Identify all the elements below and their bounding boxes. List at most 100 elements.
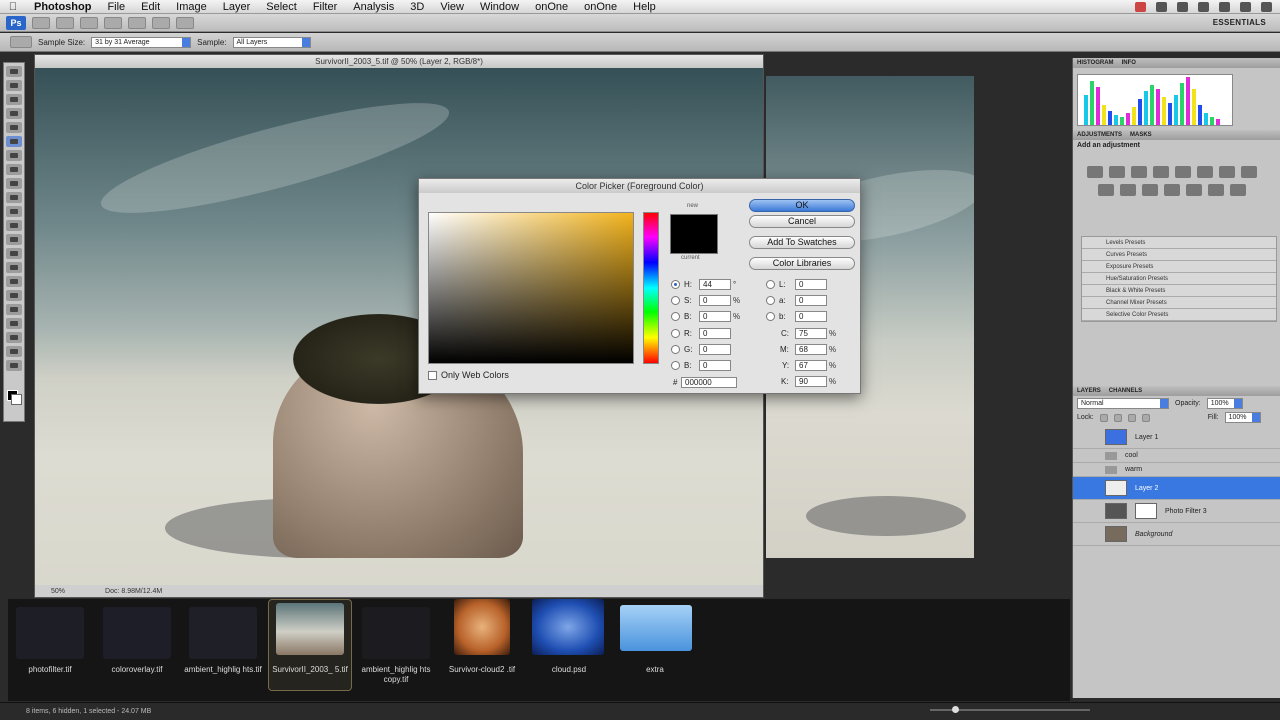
sample-size-select[interactable]: 31 by 31 Average: [91, 36, 192, 48]
workspace-switcher[interactable]: ESSENTIALS: [1213, 18, 1266, 27]
gradient-map-icon[interactable]: [1208, 184, 1224, 196]
wifi-icon[interactable]: [1219, 1, 1230, 12]
r-field[interactable]: 0: [699, 328, 731, 339]
channel-mixer-icon[interactable]: [1120, 184, 1136, 196]
layer-group-row[interactable]: warm: [1073, 463, 1280, 477]
only-web-colors-checkbox[interactable]: [428, 371, 437, 380]
black-white-icon[interactable]: [1241, 166, 1257, 178]
status-icon[interactable]: [1135, 1, 1146, 12]
tab-channels[interactable]: CHANNELS: [1109, 388, 1142, 394]
invert-icon[interactable]: [1142, 184, 1158, 196]
m-field[interactable]: 68: [795, 344, 827, 355]
s-field[interactable]: 0: [699, 295, 731, 306]
color-balance-icon[interactable]: [1219, 166, 1235, 178]
menu-select[interactable]: Select: [258, 1, 305, 13]
hue-slider[interactable]: [643, 212, 659, 364]
s-radio[interactable]: [671, 296, 680, 305]
layer-group-row[interactable]: cool: [1073, 449, 1280, 463]
preset-channel-mixer[interactable]: Channel Mixer Presets: [1082, 297, 1276, 309]
menu-image[interactable]: Image: [168, 1, 215, 13]
zoom-readout[interactable]: 50%: [51, 588, 65, 595]
lock-transparent-icon[interactable]: [1099, 413, 1108, 422]
tab-layers[interactable]: LAYERS: [1077, 388, 1101, 394]
eraser-tool-icon[interactable]: [6, 206, 22, 217]
blend-mode-select[interactable]: Normal: [1077, 398, 1169, 409]
selective-color-icon[interactable]: [1230, 184, 1246, 196]
color-field[interactable]: [428, 212, 634, 364]
tab-adjustments[interactable]: ADJUSTMENTS: [1077, 132, 1122, 138]
h-radio[interactable]: [671, 280, 680, 289]
levels-icon[interactable]: [1109, 166, 1125, 178]
file-label[interactable]: Survivor-cloud2 .tif: [442, 665, 522, 675]
file-label[interactable]: cloud.psd: [529, 665, 609, 675]
path-selection-tool-icon[interactable]: [6, 290, 22, 301]
dodge-tool-icon[interactable]: [6, 248, 22, 259]
clone-stamp-tool-icon[interactable]: [6, 178, 22, 189]
preset-curves[interactable]: Curves Presets: [1082, 249, 1276, 261]
preset-exposure[interactable]: Exposure Presets: [1082, 261, 1276, 273]
lasso-tool-icon[interactable]: [6, 94, 22, 105]
k-field[interactable]: 90: [795, 376, 827, 387]
arrange-documents-button[interactable]: [152, 16, 170, 29]
file-thumbnail[interactable]: [362, 607, 430, 659]
h-field[interactable]: 44: [699, 279, 731, 290]
lock-image-icon[interactable]: [1113, 413, 1122, 422]
battery-icon[interactable]: [1240, 1, 1251, 12]
file-thumbnail[interactable]: [454, 599, 510, 655]
type-tool-icon[interactable]: [6, 276, 22, 287]
hex-field[interactable]: 000000: [681, 377, 737, 388]
menu-view[interactable]: View: [432, 1, 472, 13]
layer-row[interactable]: Photo Filter 3: [1073, 500, 1280, 523]
eyedropper-tool-preset-icon[interactable]: [10, 36, 32, 48]
layer-row[interactable]: Background: [1073, 523, 1280, 546]
hand-tool-icon[interactable]: [6, 346, 22, 357]
doc-size-readout[interactable]: Doc: 8.98M/12.4M: [105, 588, 162, 595]
history-brush-tool-icon[interactable]: [6, 192, 22, 203]
blue-field[interactable]: 0: [699, 360, 731, 371]
file-thumbnail[interactable]: [189, 607, 257, 659]
blur-tool-icon[interactable]: [6, 234, 22, 245]
screen-mode-button[interactable]: [176, 16, 194, 29]
tab-info[interactable]: INFO: [1122, 60, 1136, 66]
photo-filter-icon[interactable]: [1098, 184, 1114, 196]
c-field[interactable]: 75: [795, 328, 827, 339]
document-title[interactable]: SurvivorII_2003_5.tif @ 50% (Layer 2, RG…: [35, 55, 763, 68]
bluetooth-icon[interactable]: [1198, 1, 1209, 12]
file-label[interactable]: photofilter.tif: [10, 665, 90, 675]
ok-button[interactable]: OK: [749, 199, 855, 212]
menu-3d[interactable]: 3D: [402, 1, 432, 13]
background-color-swatch[interactable]: [11, 394, 22, 405]
exposure-icon[interactable]: [1153, 166, 1169, 178]
file-label[interactable]: coloroverlay.tif: [97, 665, 177, 675]
lock-all-icon[interactable]: [1141, 413, 1150, 422]
lab-b-field[interactable]: 0: [795, 311, 827, 322]
add-to-swatches-button[interactable]: Add To Swatches: [749, 236, 855, 249]
menu-layer[interactable]: Layer: [215, 1, 259, 13]
preset-black-white[interactable]: Black & White Presets: [1082, 285, 1276, 297]
3d-rotate-tool-icon[interactable]: [6, 318, 22, 329]
file-thumbnail[interactable]: [276, 603, 344, 655]
menu-filter[interactable]: Filter: [305, 1, 345, 13]
file-label[interactable]: extra: [615, 665, 695, 675]
layer-row[interactable]: Layer 1: [1073, 426, 1280, 449]
a-radio[interactable]: [766, 296, 775, 305]
opacity-field[interactable]: 100%: [1206, 398, 1243, 409]
zoom-tool-icon[interactable]: [6, 360, 22, 371]
g-field[interactable]: 0: [699, 344, 731, 355]
search-icon[interactable]: [1261, 1, 1272, 12]
marquee-tool-icon[interactable]: [6, 80, 22, 91]
preset-selective-color[interactable]: Selective Color Presets: [1082, 309, 1276, 321]
fill-field[interactable]: 100%: [1224, 412, 1261, 423]
color-libraries-button[interactable]: Color Libraries: [749, 257, 855, 270]
b-field[interactable]: 0: [699, 311, 731, 322]
menu-onone-1[interactable]: onOne: [527, 1, 576, 13]
hand-tool-button[interactable]: [128, 16, 146, 29]
brightness-contrast-icon[interactable]: [1087, 166, 1103, 178]
sample-select[interactable]: All Layers: [232, 36, 311, 48]
3d-orbit-tool-icon[interactable]: [6, 332, 22, 343]
mini-bridge-button[interactable]: [56, 16, 74, 29]
shape-tool-icon[interactable]: [6, 304, 22, 315]
file-thumbnail[interactable]: [16, 607, 84, 659]
view-extras-button[interactable]: [80, 16, 98, 29]
sync-icon[interactable]: [1156, 1, 1167, 12]
